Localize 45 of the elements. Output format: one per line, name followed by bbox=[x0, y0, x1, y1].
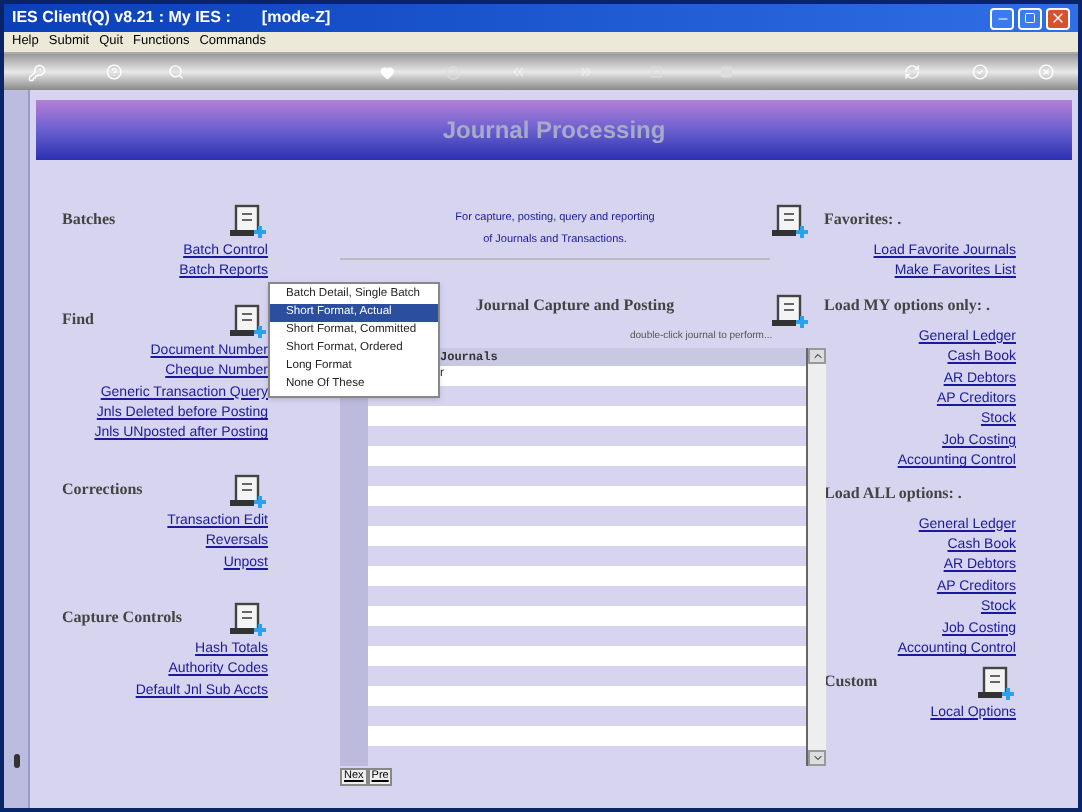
section-heading: Batches bbox=[62, 208, 116, 232]
section-heading: Custom bbox=[824, 669, 878, 693]
list-row[interactable] bbox=[368, 485, 806, 505]
list-row[interactable] bbox=[368, 565, 806, 585]
list-row[interactable] bbox=[368, 605, 806, 625]
list-row[interactable] bbox=[368, 405, 806, 425]
minimize-button[interactable] bbox=[990, 7, 1014, 29]
list-row[interactable] bbox=[368, 645, 806, 665]
key-icon[interactable] bbox=[28, 61, 46, 83]
previous-icon[interactable] bbox=[510, 62, 527, 82]
refresh-icon[interactable] bbox=[904, 62, 922, 82]
section-heading: Journal Capture and Posting bbox=[475, 294, 675, 318]
list-row[interactable] bbox=[368, 685, 806, 705]
heart-icon[interactable] bbox=[380, 63, 396, 81]
banner-title: Journal Processing bbox=[442, 114, 666, 148]
close-icon[interactable] bbox=[1037, 62, 1054, 82]
scroll-icon[interactable] bbox=[228, 204, 268, 240]
section-heading: Load ALL options: . bbox=[824, 481, 962, 506]
scroll-icon[interactable] bbox=[770, 204, 810, 240]
close-icon bbox=[1050, 10, 1066, 26]
scrollbar[interactable] bbox=[808, 347, 826, 765]
confirm-icon[interactable] bbox=[971, 62, 988, 82]
scroll-icon[interactable] bbox=[770, 294, 810, 330]
stop-icon[interactable] bbox=[719, 64, 733, 80]
section-heading: Favorites: . bbox=[824, 208, 902, 232]
scroll-down-icon[interactable] bbox=[808, 749, 826, 765]
pin-icon[interactable] bbox=[13, 754, 19, 768]
close-button[interactable] bbox=[1046, 7, 1070, 29]
list-row[interactable] bbox=[368, 525, 806, 545]
section-heading: Load MY options only: . bbox=[824, 293, 991, 318]
next-icon[interactable] bbox=[578, 62, 595, 82]
section-heading: Capture Controls bbox=[62, 606, 182, 631]
list-row[interactable] bbox=[368, 445, 806, 465]
maximize-icon bbox=[1024, 12, 1036, 24]
scroll-icon[interactable] bbox=[228, 473, 268, 510]
maximize-button[interactable] bbox=[1018, 7, 1042, 29]
section-heading: Find bbox=[62, 307, 95, 332]
scroll-icon[interactable] bbox=[228, 303, 268, 340]
search-icon[interactable] bbox=[168, 62, 185, 82]
scroll-icon[interactable] bbox=[228, 602, 268, 639]
section-heading: Corrections bbox=[62, 477, 143, 502]
help-icon[interactable] bbox=[105, 62, 123, 82]
scroll-up-icon[interactable] bbox=[808, 347, 826, 363]
scroll-icon[interactable] bbox=[976, 665, 1016, 701]
window-title: IES Client(Q) v8.21 : My IES : [mode-Z] bbox=[12, 6, 331, 30]
